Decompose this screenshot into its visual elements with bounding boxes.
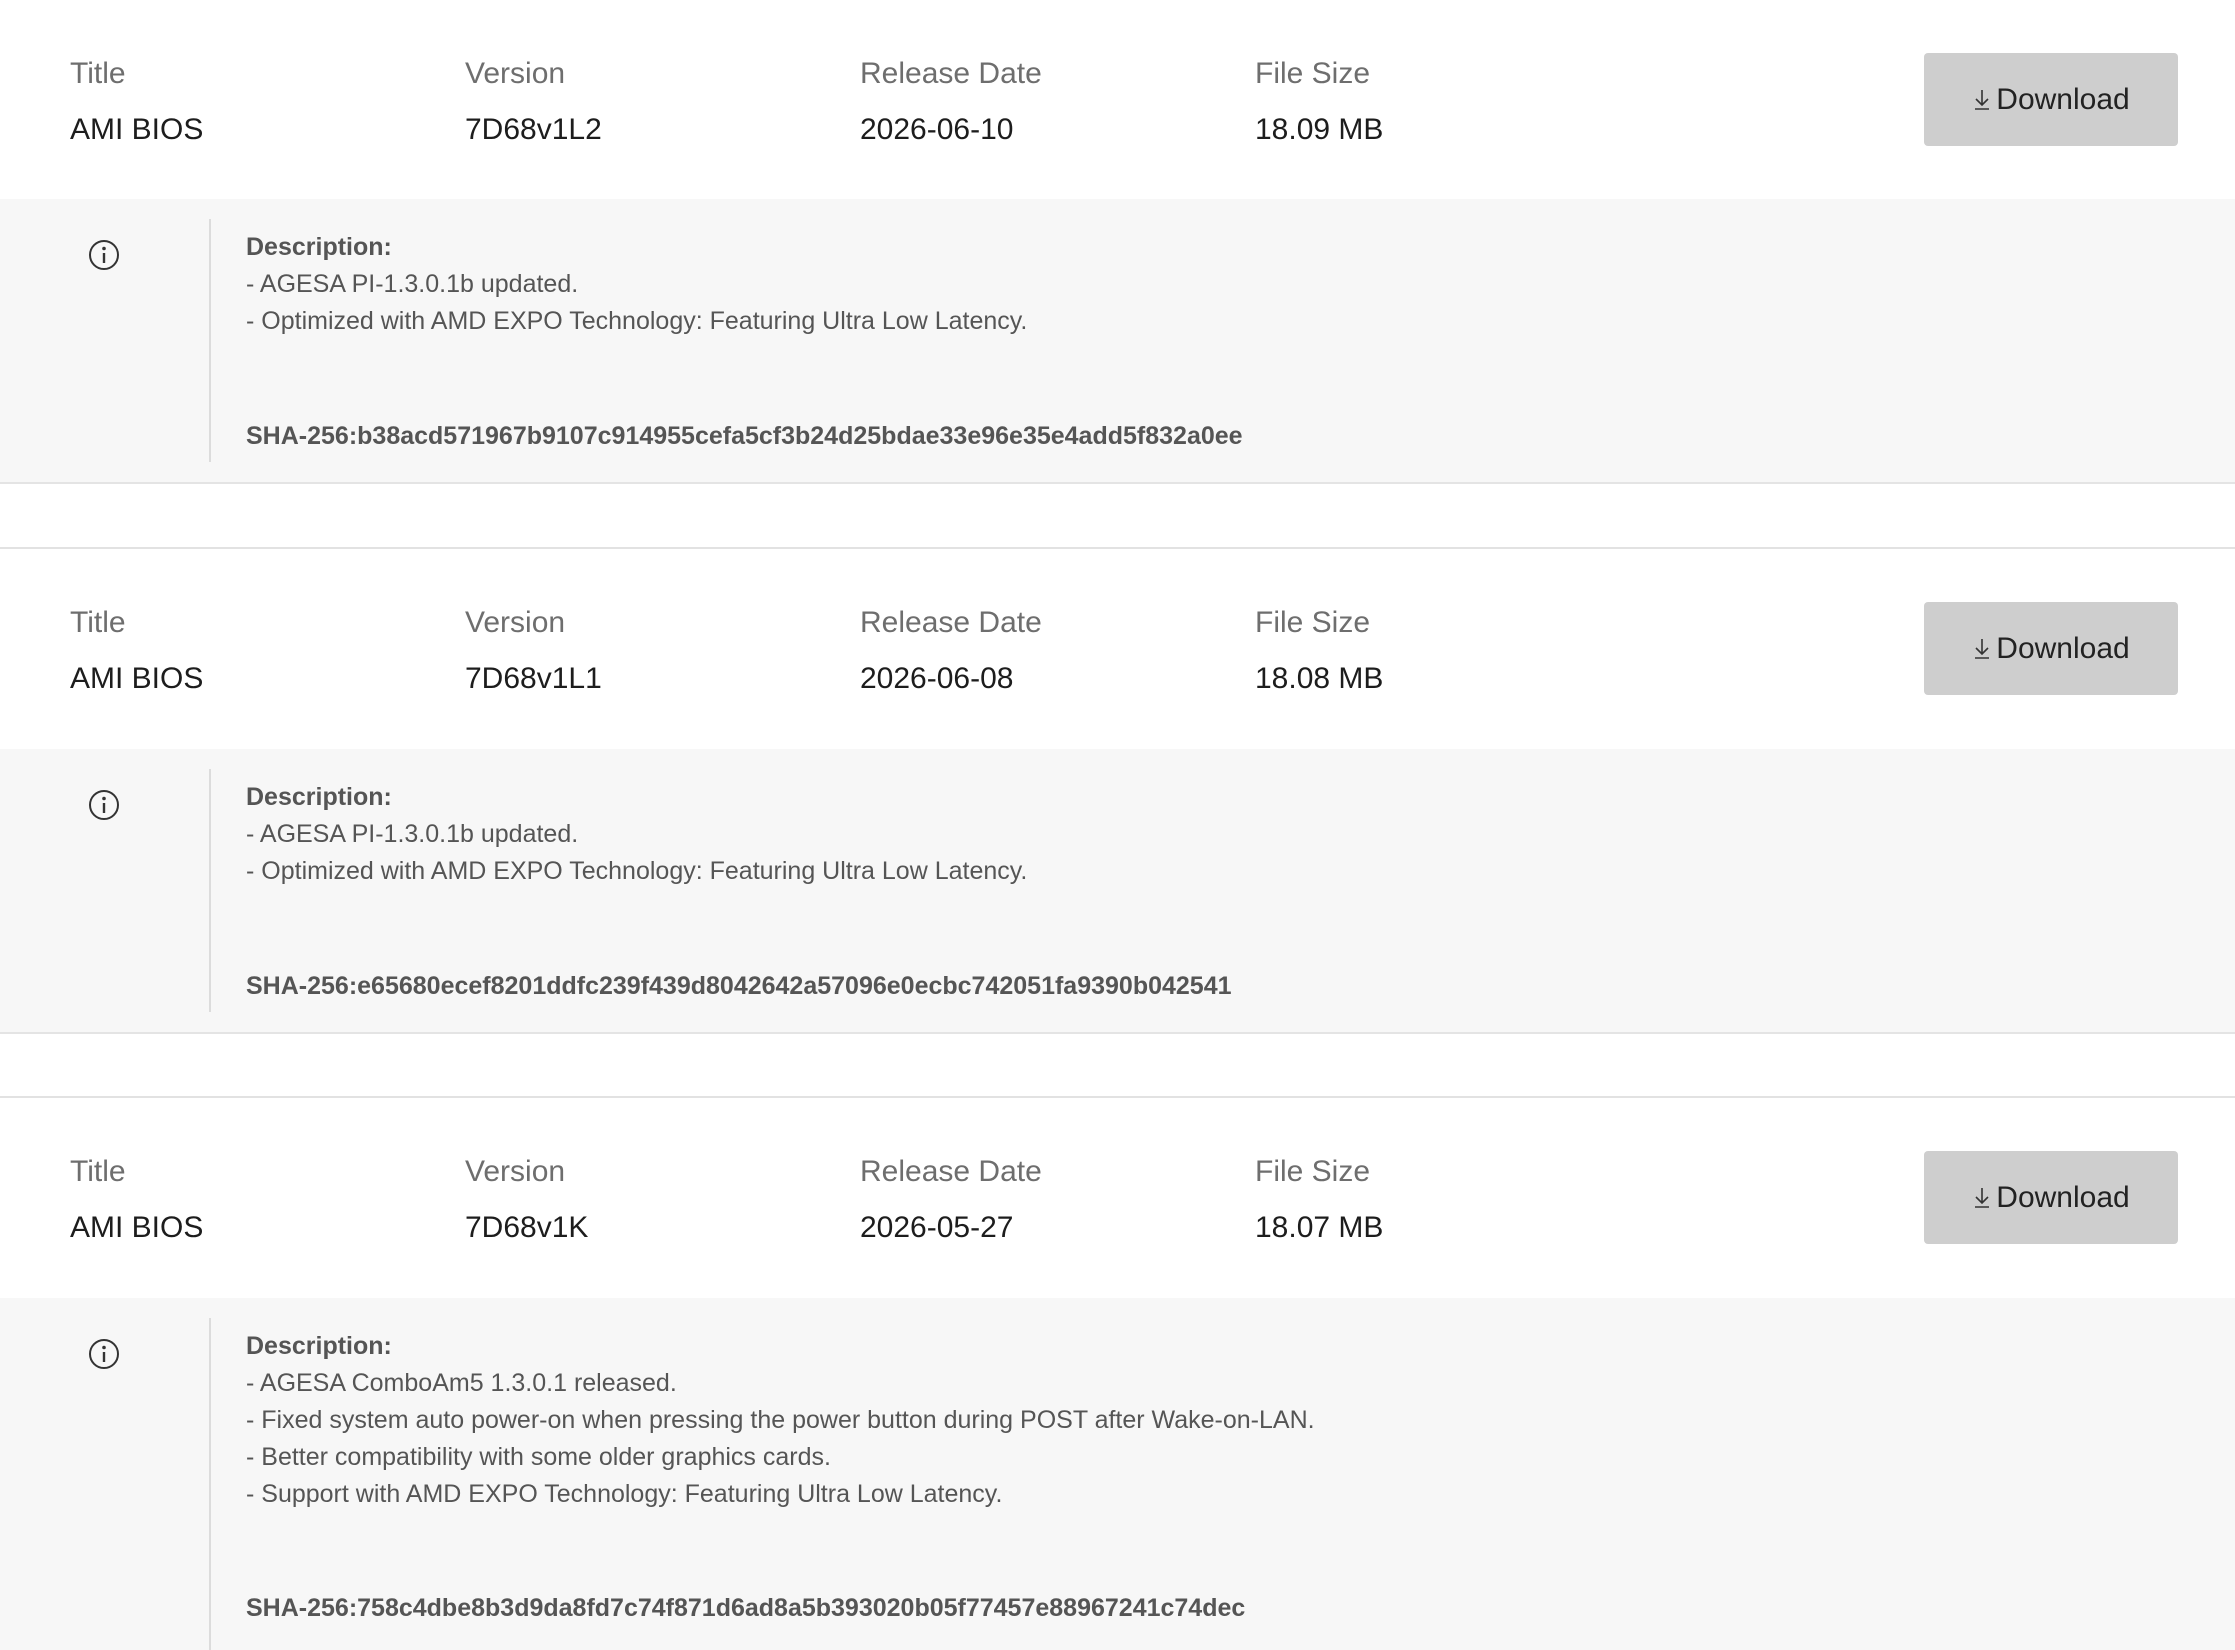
description-title: Description: (246, 783, 392, 811)
divider (209, 1318, 211, 1650)
description-line: - AGESA PI-1.3.0.1b updated. (246, 270, 579, 298)
info-circle-icon (89, 790, 119, 820)
release-date-value: 2026-06-10 (860, 113, 1014, 146)
file-size-value: 18.08 MB (1255, 662, 1384, 695)
download-button[interactable]: Download (1924, 602, 2178, 695)
version-value: 7D68v1L2 (465, 113, 602, 146)
release-date-column: Release Date 2026-05-27 (860, 1150, 1042, 1250)
file-size-column: File Size 18.09 MB (1255, 52, 1383, 152)
sha256-hash: SHA-256:b38acd571967b9107c914955cefa5cf3… (246, 422, 1243, 450)
version-column: Version 7D68v1L2 (465, 52, 602, 152)
title-column: Title AMI BIOS (70, 601, 203, 701)
download-button[interactable]: Download (1924, 1151, 2178, 1244)
download-button-label: Download (1996, 82, 2130, 116)
bios-item-header: Title AMI BIOS Version 7D68v1L2 Release … (0, 0, 2235, 199)
description-title: Description: (246, 1332, 392, 1360)
version-value: 7D68v1K (465, 1211, 589, 1244)
file-size-column: File Size 18.07 MB (1255, 1150, 1383, 1250)
title-column: Title AMI BIOS (70, 52, 203, 152)
release-date-column: Release Date 2026-06-10 (860, 52, 1042, 152)
bios-download-list: Title AMI BIOS Version 7D68v1L2 Release … (0, 0, 2235, 1650)
title-label: Title (70, 606, 126, 639)
download-arrow-icon (1975, 638, 1990, 659)
title-label: Title (70, 57, 126, 90)
download-button-label: Download (1996, 631, 2130, 665)
info-circle-icon (89, 1339, 119, 1369)
title-value: AMI BIOS (70, 1211, 204, 1244)
version-label: Version (465, 606, 566, 639)
download-arrow-icon (1975, 89, 1990, 110)
download-arrow-icon (1975, 1187, 1990, 1208)
sha256-hash: SHA-256:758c4dbe8b3d9da8fd7c74f871d6ad8a… (246, 1594, 1246, 1622)
description-line: - AGESA PI-1.3.0.1b updated. (246, 820, 579, 848)
release-date-value: 2026-06-08 (860, 662, 1014, 695)
description-line: - AGESA ComboAm5 1.3.0.1 released. (246, 1369, 677, 1397)
description-line: - Better compatibility with some older g… (246, 1443, 831, 1471)
file-size-label: File Size (1255, 1155, 1371, 1188)
version-column: Version 7D68v1L1 (465, 601, 602, 701)
title-value: AMI BIOS (70, 113, 204, 146)
release-date-label: Release Date (860, 1155, 1042, 1188)
bios-item: Title AMI BIOS Version 7D68v1L2 Release … (0, 0, 2235, 484)
divider (209, 769, 211, 1012)
description-line: - Support with AMD EXPO Technology: Feat… (246, 1480, 1003, 1508)
file-size-label: File Size (1255, 57, 1371, 90)
release-date-value: 2026-05-27 (860, 1211, 1014, 1244)
file-size-label: File Size (1255, 606, 1371, 639)
title-value: AMI BIOS (70, 662, 204, 695)
bios-item-header: Title AMI BIOS Version 7D68v1K Release D… (0, 1098, 2235, 1298)
file-size-value: 18.09 MB (1255, 113, 1384, 146)
version-label: Version (465, 57, 566, 90)
description-line: - Optimized with AMD EXPO Technology: Fe… (246, 857, 1028, 885)
sha256-hash: SHA-256:e65680ecef8201ddfc239f439d804264… (246, 972, 1232, 1000)
bios-item-header: Title AMI BIOS Version 7D68v1L1 Release … (0, 549, 2235, 749)
description-line: - Fixed system auto power-on when pressi… (246, 1406, 1315, 1434)
bios-item: Title AMI BIOS Version 7D68v1K Release D… (0, 1096, 2235, 1650)
version-value: 7D68v1L1 (465, 662, 602, 695)
description: Description: - AGESA PI-1.3.0.1b updated… (246, 779, 2195, 890)
download-button[interactable]: Download (1924, 53, 2178, 146)
release-date-label: Release Date (860, 57, 1042, 90)
version-label: Version (465, 1155, 566, 1188)
release-date-label: Release Date (860, 606, 1042, 639)
bios-item-details: Description: - AGESA PI-1.3.0.1b updated… (0, 749, 2235, 1034)
description: Description: - AGESA PI-1.3.0.1b updated… (246, 229, 2195, 340)
bios-item-details: Description: - AGESA PI-1.3.0.1b updated… (0, 199, 2235, 484)
file-size-value: 18.07 MB (1255, 1211, 1384, 1244)
version-column: Version 7D68v1K (465, 1150, 588, 1250)
description: Description: - AGESA ComboAm5 1.3.0.1 re… (246, 1328, 2195, 1513)
bios-item-details: Description: - AGESA ComboAm5 1.3.0.1 re… (0, 1298, 2235, 1650)
file-size-column: File Size 18.08 MB (1255, 601, 1383, 701)
title-column: Title AMI BIOS (70, 1150, 203, 1250)
release-date-column: Release Date 2026-06-08 (860, 601, 1042, 701)
description-title: Description: (246, 233, 392, 261)
bios-item: Title AMI BIOS Version 7D68v1L1 Release … (0, 547, 2235, 1034)
description-line: - Optimized with AMD EXPO Technology: Fe… (246, 307, 1028, 335)
info-circle-icon (89, 240, 119, 270)
divider (209, 219, 211, 462)
download-button-label: Download (1996, 1180, 2130, 1214)
title-label: Title (70, 1155, 126, 1188)
